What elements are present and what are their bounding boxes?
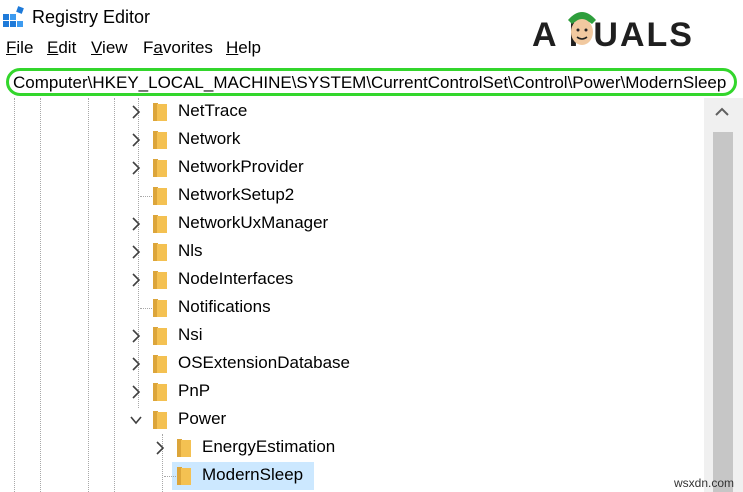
chevron-right-icon[interactable] [130, 329, 142, 343]
tree-item[interactable]: Power [0, 406, 600, 434]
folder-icon [153, 411, 167, 429]
tree-item[interactable]: ModernSleep [0, 462, 600, 490]
folder-icon [177, 467, 191, 485]
folder-icon [153, 187, 167, 205]
tree-connector [164, 476, 176, 477]
site-watermark: wsxdn.com [674, 476, 735, 490]
chevron-right-icon[interactable] [130, 273, 142, 287]
chevron-right-icon[interactable] [130, 357, 142, 371]
vertical-scrollbar[interactable] [704, 98, 743, 492]
menu-favorites[interactable]: Favorites [143, 38, 213, 58]
tree-connector [140, 308, 152, 309]
folder-icon [153, 327, 167, 345]
folder-icon [153, 299, 167, 317]
folder-icon [153, 355, 167, 373]
appuals-watermark: A PUALS [532, 16, 694, 54]
menu-edit[interactable]: Edit [47, 38, 76, 58]
folder-icon [153, 103, 167, 121]
appuals-mascot-icon [568, 12, 596, 45]
tree-item[interactable]: NetTrace [0, 98, 600, 126]
tree-item[interactable]: NodeInterfaces [0, 266, 600, 294]
tree-connector [140, 196, 152, 197]
window-title: Registry Editor [32, 7, 151, 27]
folder-icon [153, 131, 167, 149]
tree-item[interactable]: Nsi [0, 322, 600, 350]
menu-help[interactable]: Help [226, 38, 261, 58]
tree-item-label: NetworkSetup2 [178, 185, 295, 204]
tree-item-label: Notifications [178, 297, 271, 316]
folder-icon [153, 159, 167, 177]
tree-item[interactable]: Nls [0, 238, 600, 266]
address-path: Computer\HKEY_LOCAL_MACHINE\SYSTEM\Curre… [13, 73, 727, 92]
tree-item[interactable]: EnergyEstimation [0, 434, 600, 462]
tree-item[interactable]: Notifications [0, 294, 600, 322]
folder-icon [153, 215, 167, 233]
folder-icon [153, 243, 167, 261]
menu-view[interactable]: View [91, 38, 128, 58]
tree-item[interactable]: NetworkSetup2 [0, 182, 600, 210]
tree-item-label: NodeInterfaces [178, 269, 294, 288]
tree-item-label: NetTrace [178, 101, 248, 120]
tree-item-label: OSExtensionDatabase [178, 353, 350, 372]
tree-item-label: ModernSleep [202, 465, 304, 484]
menu-file[interactable]: File [6, 38, 33, 58]
address-bar[interactable]: Computer\HKEY_LOCAL_MACHINE\SYSTEM\Curre… [6, 68, 737, 96]
folder-icon [153, 271, 167, 289]
scroll-thumb[interactable] [713, 132, 733, 492]
tree-item-label: NetworkProvider [178, 157, 304, 176]
chevron-right-icon[interactable] [130, 245, 142, 259]
tree-item-label: Power [178, 409, 227, 428]
tree-item[interactable]: PnP [0, 378, 600, 406]
chevron-right-icon[interactable] [130, 217, 142, 231]
folder-icon [153, 383, 167, 401]
chevron-down-icon[interactable] [130, 413, 142, 427]
registry-editor-icon [3, 6, 24, 27]
tree-item[interactable]: NetworkProvider [0, 154, 600, 182]
chevron-right-icon[interactable] [130, 161, 142, 175]
tree-item[interactable]: Network [0, 126, 600, 154]
tree-item[interactable]: NetworkUxManager [0, 210, 600, 238]
folder-icon [177, 439, 191, 457]
tree-item-label: Nls [178, 241, 203, 260]
tree-item-label: Nsi [178, 325, 203, 344]
chevron-right-icon[interactable] [154, 441, 166, 455]
tree-item-label: NetworkUxManager [178, 213, 329, 232]
tree-item[interactable]: OSExtensionDatabase [0, 350, 600, 378]
tree-item-label: EnergyEstimation [202, 437, 336, 456]
chevron-right-icon[interactable] [130, 105, 142, 119]
chevron-right-icon[interactable] [130, 133, 142, 147]
tree-item-label: Network [178, 129, 241, 148]
registry-tree: NetTrace Network NetworkProvider NetworkSet… [0, 98, 704, 492]
chevron-right-icon[interactable] [130, 385, 142, 399]
tree-item-label: PnP [178, 381, 211, 400]
scroll-up-arrow-icon[interactable] [714, 106, 730, 118]
